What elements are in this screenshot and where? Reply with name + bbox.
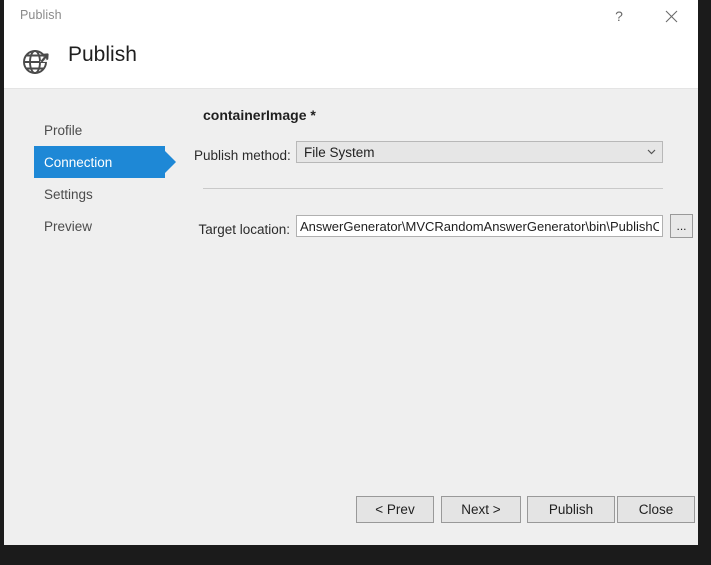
sidebar-item-label: Preview: [34, 219, 92, 234]
publish-button[interactable]: Publish: [527, 496, 615, 523]
connection-panel: containerImage * Publish method: File Sy…: [194, 89, 698, 545]
publish-dialog-window: Publish ?: [0, 0, 711, 565]
chevron-down-icon: [640, 149, 662, 155]
dialog-header: Publish: [4, 32, 698, 89]
sidebar-selection-arrow: [165, 151, 176, 173]
section-divider: [203, 188, 663, 189]
sidebar-item-preview[interactable]: Preview: [34, 210, 165, 242]
publish-method-label: Publish method:: [194, 148, 290, 163]
close-icon: [665, 10, 678, 23]
title-bar: Publish ?: [4, 0, 698, 32]
prev-button[interactable]: < Prev: [356, 496, 434, 523]
window-title: Publish: [20, 8, 62, 22]
window-frame-right: [698, 0, 711, 545]
next-button[interactable]: Next >: [441, 496, 521, 523]
help-button[interactable]: ?: [596, 0, 642, 32]
close-window-button[interactable]: [648, 0, 694, 32]
publish-method-value: File System: [297, 145, 640, 160]
sidebar-item-settings[interactable]: Settings: [34, 178, 165, 210]
browse-button[interactable]: ...: [670, 214, 693, 238]
globe-publish-icon: [18, 42, 56, 80]
target-location-input[interactable]: [296, 215, 663, 237]
sidebar-item-label: Profile: [34, 123, 82, 138]
sidebar-item-label: Settings: [34, 187, 93, 202]
section-title: containerImage *: [203, 107, 316, 123]
close-button[interactable]: Close: [617, 496, 695, 523]
window-frame-bottom: [0, 545, 711, 565]
sidebar-item-connection[interactable]: Connection: [34, 146, 165, 178]
target-location-label: Target location:: [194, 222, 290, 237]
dialog-content: Profile Connection Settings Preview cont…: [4, 89, 698, 545]
dialog-footer: < Prev Next > Publish Close: [4, 485, 698, 545]
page-title: Publish: [68, 43, 137, 67]
sidebar-nav: Profile Connection Settings Preview: [4, 89, 194, 545]
question-mark-icon: ?: [615, 8, 623, 24]
publish-method-select[interactable]: File System: [296, 141, 663, 163]
dialog-body: Publish ?: [4, 0, 698, 545]
sidebar-item-profile[interactable]: Profile: [34, 114, 165, 146]
sidebar-item-label: Connection: [34, 155, 112, 170]
